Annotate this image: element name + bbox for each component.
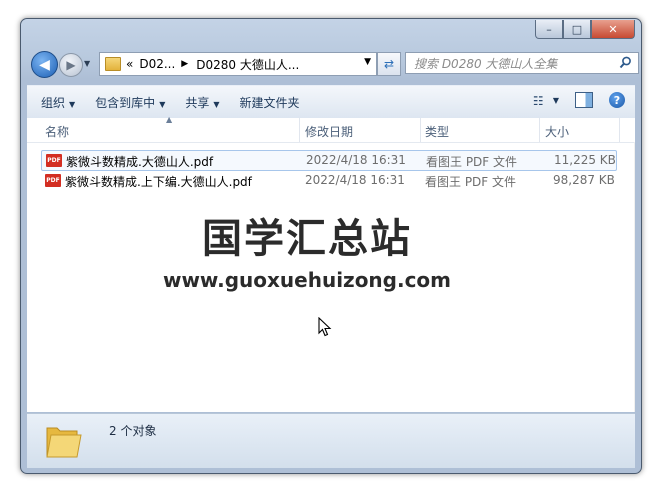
chevron-down-icon: ▼	[69, 99, 76, 109]
preview-pane-icon[interactable]	[575, 92, 593, 108]
column-header-date[interactable]: 修改日期	[305, 123, 353, 140]
recent-pages-dropdown-icon[interactable]: ▼	[84, 59, 94, 69]
column-header-name[interactable]: 名称	[45, 123, 69, 140]
view-options-icon[interactable]: ☷	[533, 94, 549, 108]
close-button[interactable]: ✕	[591, 20, 635, 39]
chevron-down-icon: ▼	[213, 99, 220, 109]
file-row[interactable]: PDF 紫微斗数精成.上下编.大德山人.pdf 2022/4/18 16:31 …	[41, 171, 615, 190]
column-header-type[interactable]: 类型	[425, 123, 449, 140]
search-icon[interactable]	[619, 56, 632, 73]
toolbar-right: ☷ ▼ ?	[533, 92, 625, 108]
include-in-library-label: 包含到库中	[95, 95, 156, 110]
file-date: 2022/4/18 16:31	[305, 173, 405, 187]
file-type: 看图王 PDF 文件	[425, 175, 517, 189]
help-icon[interactable]: ?	[609, 92, 625, 108]
folder-icon	[46, 427, 82, 458]
file-size: 98,287 KB	[553, 173, 615, 187]
breadcrumb-item-parent[interactable]: D02...	[139, 57, 175, 71]
organize-menu[interactable]: 组织 ▼	[41, 94, 75, 111]
search-input[interactable]: 搜索 D0280 大德山人全集	[405, 52, 639, 74]
chevron-down-icon: ▼	[159, 99, 166, 109]
column-divider[interactable]	[420, 118, 421, 142]
forward-button[interactable]: ▶	[59, 53, 83, 77]
file-date: 2022/4/18 16:31	[306, 153, 406, 167]
address-dropdown-icon[interactable]: ▼	[364, 57, 371, 67]
file-list: ▲ 名称 修改日期 类型 大小 PDF 紫微斗数精成.大德山人.pdf 2022…	[27, 115, 635, 412]
file-name: 紫微斗数精成.上下编.大德山人.pdf	[65, 175, 252, 189]
share-label: 共享	[185, 95, 210, 110]
column-divider[interactable]	[299, 118, 300, 142]
include-in-library-menu[interactable]: 包含到库中 ▼	[95, 94, 165, 111]
folder-icon	[105, 57, 121, 71]
breadcrumb-item-current[interactable]: D0280 大德山人...	[196, 56, 299, 73]
back-button[interactable]: ◀	[31, 51, 58, 78]
search-placeholder: 搜索 D0280 大德山人全集	[414, 56, 558, 71]
maximize-button[interactable]: □	[563, 20, 591, 39]
breadcrumb-overflow[interactable]: «	[126, 57, 133, 71]
explorer-window: – □ ✕ ◀ ▶ ▼ « D02... ▶ D0280 大德山人... ▼ ⇄…	[20, 18, 642, 474]
address-bar[interactable]: « D02... ▶ D0280 大德山人... ▼	[99, 52, 377, 76]
column-divider[interactable]	[619, 118, 620, 142]
organize-label: 组织	[41, 95, 66, 110]
breadcrumb-separator-icon[interactable]: ▶	[181, 59, 188, 69]
file-row[interactable]: PDF 紫微斗数精成.大德山人.pdf 2022/4/18 16:31 看图王 …	[41, 150, 617, 171]
watermark-url: www.guoxuehuizong.com	[162, 268, 452, 292]
refresh-button[interactable]: ⇄	[377, 52, 401, 76]
command-bar: 组织 ▼ 包含到库中 ▼ 共享 ▼ 新建文件夹 ☷ ▼ ?	[27, 85, 635, 119]
navigation-bar: ◀ ▶ ▼ « D02... ▶ D0280 大德山人... ▼ ⇄ 搜索 D0…	[27, 49, 639, 79]
share-menu[interactable]: 共享 ▼	[185, 94, 219, 111]
column-divider[interactable]	[539, 118, 540, 142]
mouse-cursor-icon	[318, 317, 332, 337]
watermark: 国学汇总站 www.guoxuehuizong.com	[27, 206, 587, 292]
window-controls: – □ ✕	[535, 20, 635, 39]
file-size: 11,225 KB	[554, 153, 616, 167]
file-type: 看图王 PDF 文件	[426, 155, 518, 169]
details-pane: 2 个对象	[27, 413, 635, 468]
view-dropdown-icon[interactable]: ▼	[553, 96, 559, 105]
minimize-button[interactable]: –	[535, 20, 563, 39]
item-count: 2 个对象	[109, 424, 157, 438]
file-name: 紫微斗数精成.大德山人.pdf	[66, 155, 214, 169]
watermark-title: 国学汇总站	[202, 216, 412, 262]
sort-ascending-icon: ▲	[166, 115, 173, 124]
column-header-size[interactable]: 大小	[545, 123, 569, 140]
pdf-file-icon: PDF	[46, 154, 62, 167]
new-folder-button[interactable]: 新建文件夹	[240, 94, 300, 111]
content-edge	[634, 142, 635, 412]
pdf-file-icon: PDF	[45, 174, 61, 187]
column-headers: ▲ 名称 修改日期 类型 大小	[27, 115, 635, 143]
